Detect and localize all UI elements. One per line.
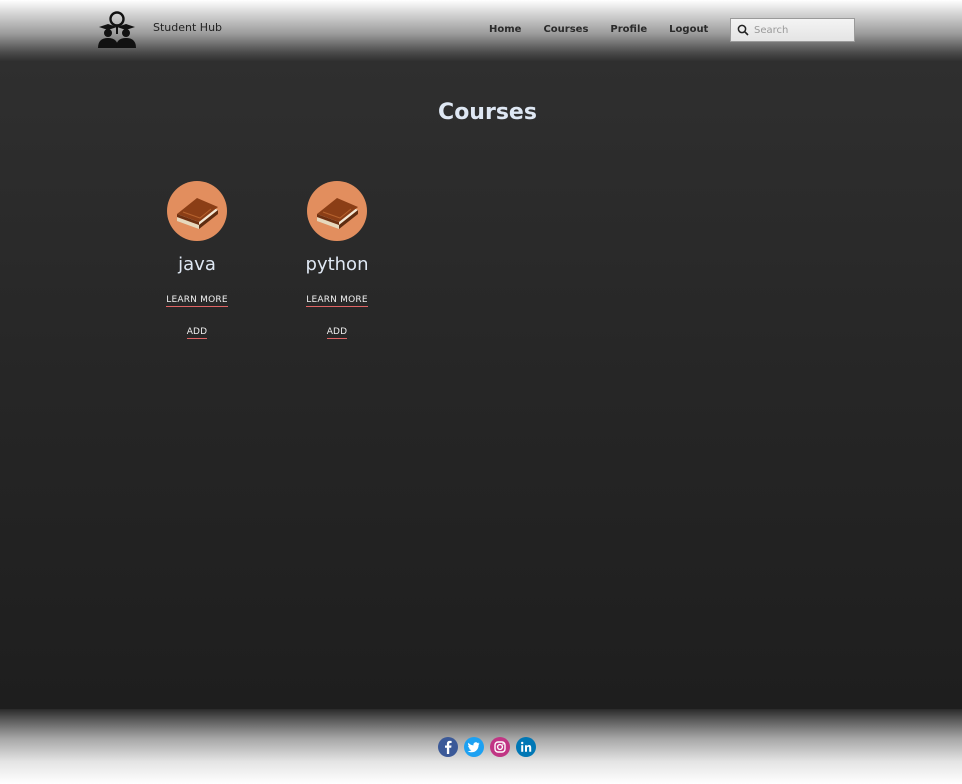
main-content: Courses java LEARN MORE ADD python LEARN… (0, 62, 962, 709)
header: Student Hub Home Courses Profile Logout (0, 0, 962, 62)
learn-more-link[interactable]: LEARN MORE (166, 295, 228, 307)
instagram-icon[interactable] (489, 736, 511, 758)
logo-icon (95, 10, 139, 50)
course-name: java (178, 254, 216, 275)
main-nav: Home Courses Profile Logout (489, 24, 730, 35)
course-thumbnail (307, 181, 367, 241)
search-box (730, 18, 855, 42)
book-icon (317, 198, 358, 229)
page-title: Courses (438, 100, 537, 125)
add-course-button[interactable]: ADD (326, 327, 348, 339)
course-name: python (305, 254, 369, 275)
search-icon (737, 24, 749, 36)
learn-more-link[interactable]: LEARN MORE (306, 295, 368, 307)
facebook-icon[interactable] (437, 736, 459, 758)
linkedin-icon[interactable] (515, 736, 537, 758)
brand-name: Student Hub (153, 21, 223, 34)
social-links (437, 736, 541, 758)
course-card-java: java LEARN MORE ADD (147, 181, 247, 339)
add-course-button[interactable]: ADD (186, 327, 208, 339)
search-input[interactable] (754, 21, 852, 39)
course-thumbnail (167, 181, 227, 241)
footer (0, 709, 962, 784)
book-icon (177, 198, 218, 229)
nav-home[interactable]: Home (489, 24, 521, 35)
nav-logout[interactable]: Logout (669, 24, 708, 35)
course-card-python: python LEARN MORE ADD (287, 181, 387, 339)
twitter-icon[interactable] (463, 736, 485, 758)
nav-profile[interactable]: Profile (610, 24, 647, 35)
nav-courses[interactable]: Courses (543, 24, 588, 35)
